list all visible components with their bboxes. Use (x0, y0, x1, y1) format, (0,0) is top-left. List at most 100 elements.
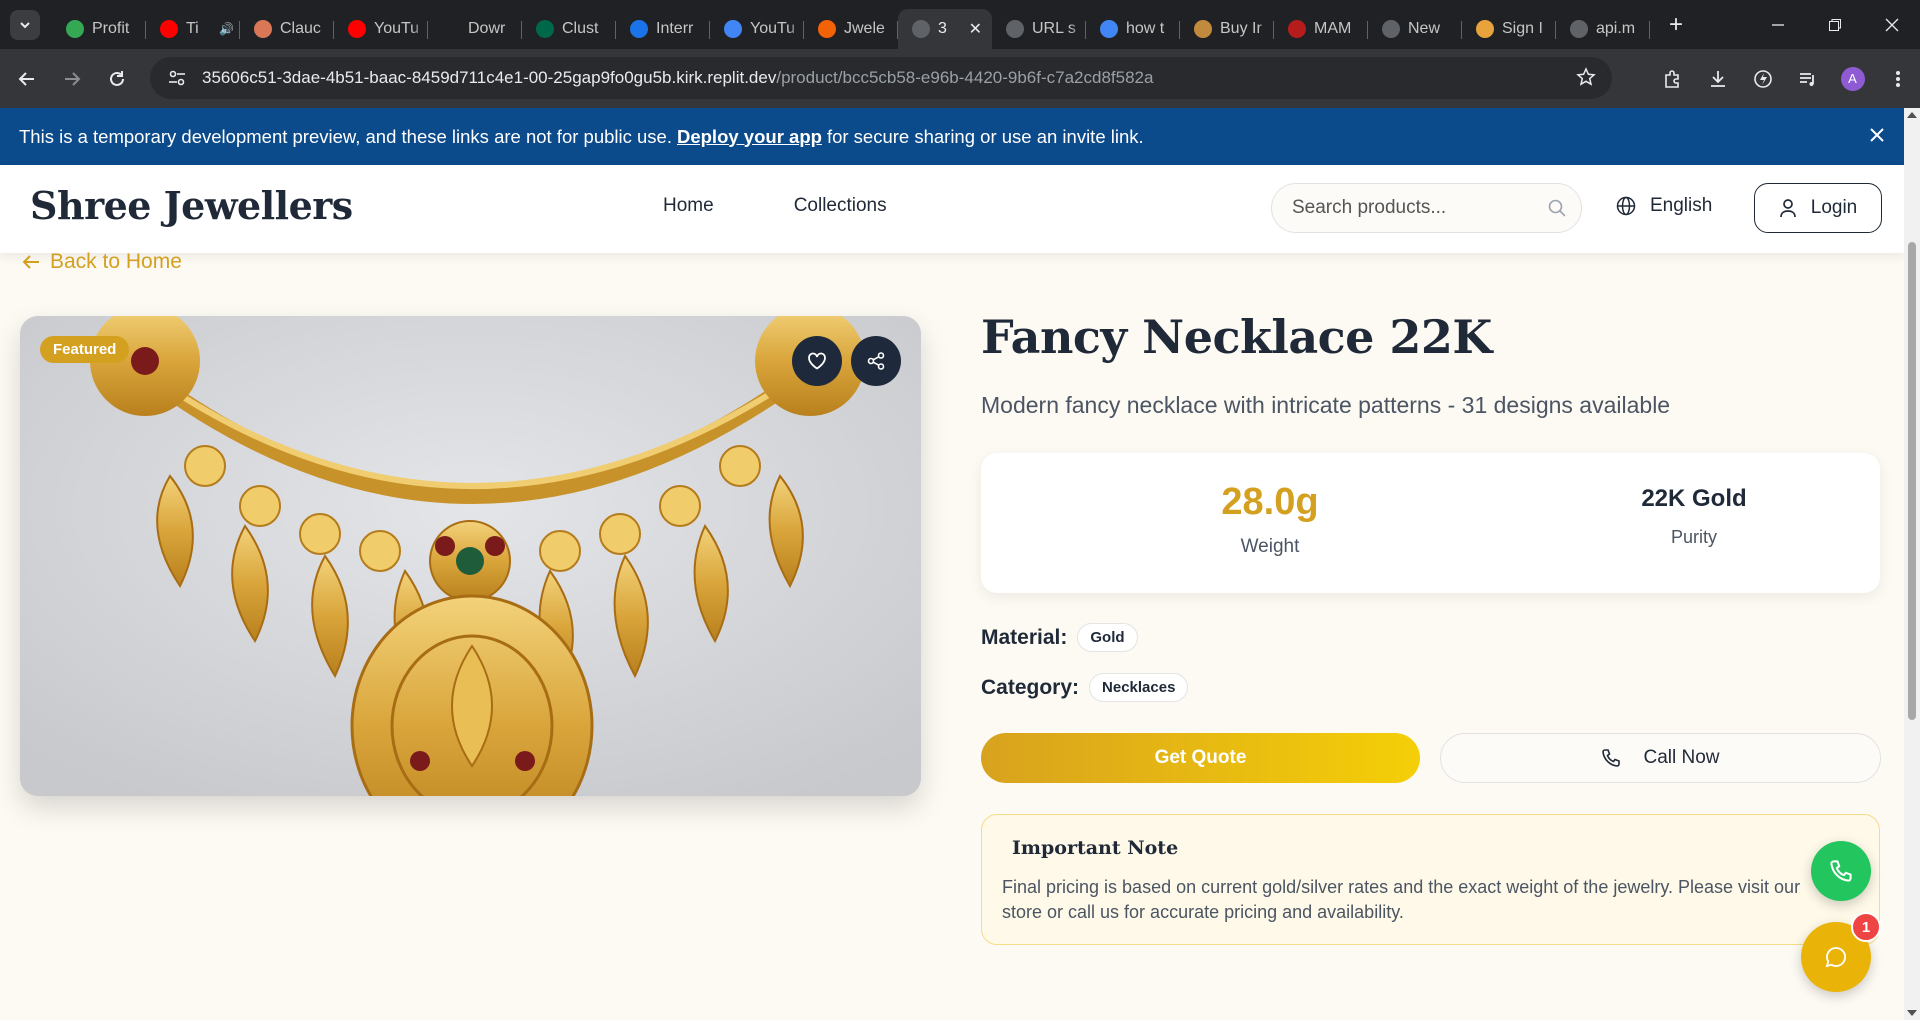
weight-label: Weight (1240, 536, 1300, 557)
banner-close-button[interactable] (1870, 125, 1884, 147)
browser-tab[interactable]: Ti 🔊 (146, 9, 240, 49)
extensions-button[interactable] (1650, 69, 1695, 89)
browser-tab[interactable]: New (1368, 9, 1462, 49)
brand-logo[interactable]: Shree Jewellers (30, 183, 353, 228)
tab-title: MAM (1314, 20, 1352, 37)
language-selector[interactable]: English (1616, 195, 1712, 217)
scroll-down-icon[interactable] (1907, 1010, 1917, 1016)
media-controls-button[interactable] (1785, 69, 1830, 89)
tab-title: New (1408, 20, 1441, 37)
minimize-button[interactable] (1749, 0, 1806, 49)
bookmark-button[interactable] (1576, 67, 1596, 92)
page-viewport: This is a temporary development preview,… (0, 108, 1920, 1020)
close-window-button[interactable] (1863, 0, 1920, 49)
specs-card: 28.0g Weight 22K Gold Purity (981, 453, 1880, 593)
arrow-left-icon (22, 255, 39, 269)
claude-icon (254, 20, 272, 38)
new-tab-button[interactable]: + (1662, 11, 1690, 39)
nav-collections[interactable]: Collections (794, 195, 887, 217)
login-label: Login (1810, 197, 1858, 218)
browser-tab[interactable]: YouTu (710, 9, 804, 49)
weight-spec: 28.0g Weight (1140, 481, 1400, 558)
product-title: Fancy Necklace 22K (981, 310, 1492, 364)
google-icon (1100, 20, 1118, 38)
profile-button[interactable]: A (1830, 66, 1875, 91)
chat-bubble-icon (1825, 947, 1846, 968)
leaf-icon (66, 20, 84, 38)
back-to-home-link[interactable]: Back to Home (22, 250, 182, 274)
browser-tab[interactable]: MAM (1274, 9, 1368, 49)
arrow-right-icon (65, 71, 81, 86)
login-button[interactable]: Login (1754, 183, 1882, 233)
browser-tab[interactable]: Clauc (240, 9, 334, 49)
material-row: Material: Gold (981, 623, 1138, 652)
google-icon (724, 20, 742, 38)
scroll-up-icon[interactable] (1907, 112, 1917, 118)
url-path: /product/bcc5cb58-e96b-4420-9b6f-c7a2cd8… (776, 68, 1154, 87)
whatsapp-call-fab[interactable] (1811, 841, 1871, 901)
share-button[interactable] (851, 336, 901, 386)
browser-tab[interactable]: YouTu (334, 9, 428, 49)
tab-title: URL s (1032, 20, 1076, 37)
browser-tab[interactable]: Profit (52, 9, 146, 49)
scrollbar-thumb[interactable] (1908, 242, 1916, 720)
browser-tab[interactable]: Interr (616, 9, 710, 49)
featured-badge: Featured (40, 336, 130, 363)
note-title: Important Note (1012, 837, 1179, 859)
browser-tab[interactable]: Sign I (1462, 9, 1556, 49)
banner-text-after: for secure sharing or use an invite link… (826, 125, 1144, 147)
browser-tab[interactable]: Jwele (804, 9, 898, 49)
address-bar[interactable]: 35606c51-3dae-4b51-baac-8459d711c4e1-00-… (150, 57, 1612, 99)
toolbar-icons: A (1650, 49, 1920, 108)
t-icon (1194, 20, 1212, 38)
browser-tab[interactable]: api.m (1556, 9, 1650, 49)
forward-button[interactable] (54, 61, 90, 97)
avatar: A (1840, 66, 1865, 91)
back-button[interactable] (9, 61, 45, 97)
browser-tab[interactable]: how t (1086, 9, 1180, 49)
reload-icon (110, 70, 124, 86)
chat-notification-badge: 1 (1851, 912, 1881, 942)
browser-tab[interactable]: 3 ✕ (898, 9, 992, 49)
site-info-button[interactable] (162, 63, 192, 93)
tab-title: Clust (562, 20, 599, 37)
reload-button[interactable] (99, 61, 135, 97)
browser-tab[interactable]: Clust (522, 9, 616, 49)
browser-tab[interactable]: URL s (992, 9, 1086, 49)
minimize-icon (1771, 23, 1784, 26)
globe-icon (912, 20, 930, 38)
url-text: 35606c51-3dae-4b51-baac-8459d711c4e1-00-… (202, 68, 1153, 88)
nav-home[interactable]: Home (663, 195, 714, 217)
tab-title: YouTu (750, 20, 796, 37)
mam-icon (1288, 20, 1306, 38)
performance-button[interactable] (1740, 69, 1785, 89)
tab-title: api.m (1596, 20, 1636, 37)
downloads-button[interactable] (1695, 69, 1740, 89)
call-now-label: Call Now (1643, 747, 1720, 768)
purity-spec: 22K Gold Purity (1564, 485, 1824, 548)
search-input[interactable] (1292, 197, 1532, 219)
wishlist-button[interactable] (792, 336, 842, 386)
search-icon[interactable] (1547, 198, 1567, 223)
category-chip: Necklaces (1089, 673, 1189, 702)
heart-icon (808, 352, 826, 370)
tab-title: YouTu (374, 20, 420, 37)
menu-button[interactable] (1875, 69, 1920, 89)
product-description: Modern fancy necklace with intricate pat… (981, 392, 1671, 418)
url-host: 35606c51-3dae-4b51-baac-8459d711c4e1-00-… (202, 68, 777, 87)
get-quote-button[interactable]: Get Quote (981, 733, 1420, 783)
globe-icon (1616, 196, 1636, 216)
page-scrollbar[interactable] (1904, 108, 1920, 1020)
youtube-icon (348, 20, 366, 38)
browser-tab[interactable]: Dowr (428, 9, 522, 49)
speaker-icon[interactable]: 🔊 (219, 22, 234, 36)
tab-close-icon[interactable]: ✕ (969, 19, 982, 39)
browser-tab[interactable]: Buy Ir (1180, 9, 1274, 49)
restore-button[interactable] (1806, 0, 1863, 49)
deploy-app-link[interactable]: Deploy your app (677, 126, 822, 148)
weight-value: 28.0g (1221, 481, 1319, 523)
product-image[interactable]: Featured (20, 316, 921, 796)
material-chip: Gold (1077, 623, 1138, 652)
call-now-button[interactable]: Call Now (1440, 733, 1881, 783)
tab-search-button[interactable] (10, 9, 40, 40)
